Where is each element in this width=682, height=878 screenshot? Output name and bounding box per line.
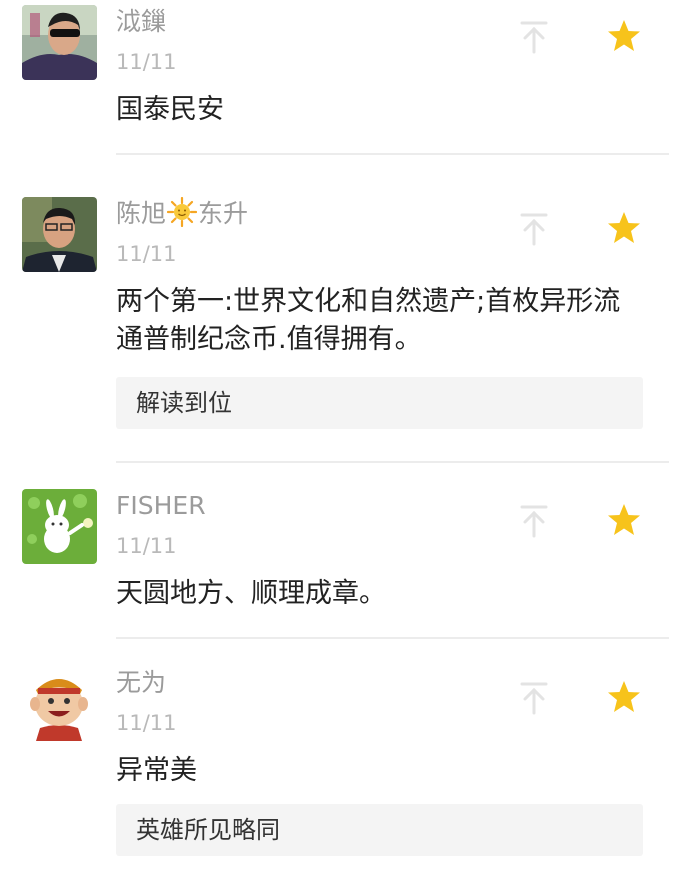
- author-name-part: 陈旭: [116, 199, 167, 228]
- star-icon[interactable]: [606, 503, 642, 537]
- star-icon[interactable]: [606, 19, 642, 53]
- divider: [116, 637, 669, 639]
- comment-date: 11/11: [116, 711, 177, 735]
- comment-date: 11/11: [116, 534, 177, 558]
- comment-text: 两个第一:世界文化和自然遗产;首枚异形流通普制纪念币.值得拥有。: [116, 286, 621, 355]
- avatar[interactable]: [22, 489, 97, 564]
- avatar[interactable]: [22, 5, 97, 80]
- comment-text: 异常美: [116, 755, 197, 786]
- reply-text: 英雄所见略同: [136, 816, 280, 844]
- pin-top-icon[interactable]: [518, 19, 550, 55]
- reply-box[interactable]: 解读到位: [116, 377, 643, 429]
- comment-text: 天圆地方、顺理成章。: [116, 578, 386, 609]
- reply-text: 解读到位: [136, 389, 232, 417]
- pin-top-icon[interactable]: [518, 211, 550, 247]
- pin-top-icon[interactable]: [518, 503, 550, 539]
- star-icon[interactable]: [606, 211, 642, 245]
- comment-date: 11/11: [116, 242, 177, 266]
- star-icon[interactable]: [606, 680, 642, 714]
- avatar[interactable]: [22, 666, 97, 741]
- reply-box[interactable]: 英雄所见略同: [116, 804, 643, 856]
- comment-author: 泧鏁: [116, 7, 167, 36]
- pin-top-icon[interactable]: [518, 680, 550, 716]
- avatar[interactable]: [22, 197, 97, 272]
- divider: [116, 461, 669, 463]
- sun-emoji-icon: [166, 196, 198, 236]
- author-name-part: 东升: [198, 199, 249, 228]
- comment-author: FISHER: [116, 491, 206, 520]
- comment-author: 陈旭 东升: [116, 196, 249, 236]
- comment-text: 国泰民安: [116, 94, 224, 125]
- divider: [116, 153, 669, 155]
- comment-author: 无为: [116, 668, 167, 697]
- comment-feed: 泧鏁 11/11 国泰民安 陈旭 东升 11/11 两个第一:世界文化和自然遗产…: [0, 0, 682, 878]
- comment-date: 11/11: [116, 50, 177, 74]
